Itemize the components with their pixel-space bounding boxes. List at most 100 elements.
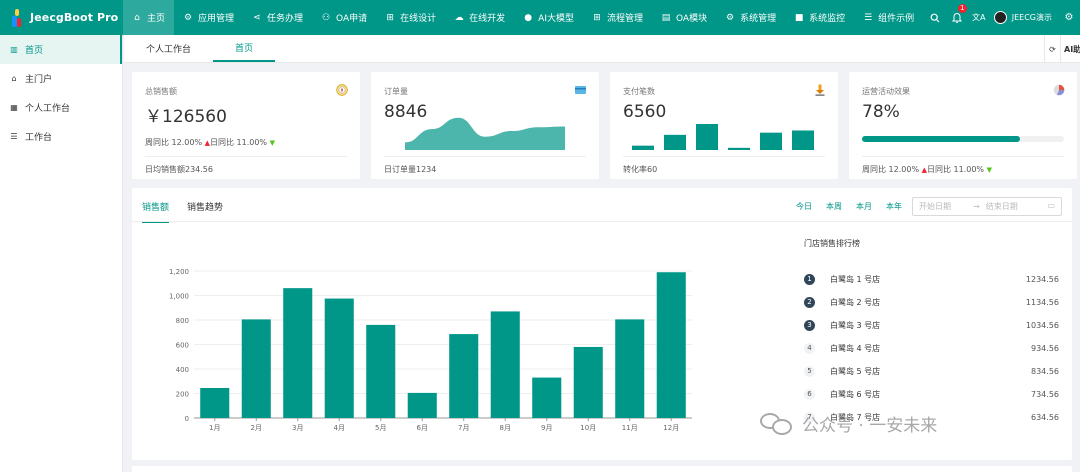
refresh-icon[interactable]: ⟳: [1044, 35, 1060, 63]
range-today[interactable]: 今日: [796, 201, 812, 212]
gear-icon: ⚙: [183, 12, 193, 23]
nav-item-7[interactable]: ● AI大模型: [514, 0, 583, 35]
divider: [145, 156, 347, 157]
end-date-placeholder[interactable]: 结束日期: [986, 201, 1018, 212]
sidebar-item-label: 工作台: [25, 133, 53, 143]
campaign-progress: [862, 136, 1064, 142]
orders-area-chart: [405, 117, 565, 150]
store-sales: 834.56: [1031, 366, 1059, 376]
y-tick-label: 0: [185, 415, 189, 423]
cluster-icon: ⊞: [386, 12, 394, 23]
user-name: JEECG演示: [1011, 13, 1052, 22]
range-month[interactable]: 本月: [856, 201, 872, 212]
rank-number: 5: [804, 365, 815, 377]
stat-title: 总销售额: [145, 87, 177, 96]
nav-item-3[interactable]: ⋖ 任务办理: [243, 0, 312, 35]
sidebar-item-label: 个人工作台: [25, 104, 71, 114]
nav-item-4[interactable]: ⚇ OA申请: [312, 0, 376, 35]
sidebar: ▥ 首页 ⌂ 主门户 ▦ 个人工作台 ☰ 工作台: [0, 35, 123, 472]
y-tick-label: 200: [176, 391, 189, 399]
nav-item-9[interactable]: ▤ OA模块: [652, 0, 716, 35]
nav-item-label: 系统监控: [809, 14, 846, 24]
bank-icon: ⌂: [11, 74, 17, 83]
bell-icon[interactable]: 1: [946, 0, 968, 35]
sidebar-item-4[interactable]: ☰ 工作台: [0, 122, 122, 151]
x-tick-label: 10月: [580, 424, 596, 432]
ranking-row: 3 白鹭岛 3 号店 1034.56: [804, 318, 1059, 332]
tab-sales-trend[interactable]: 销售趋势: [187, 200, 223, 223]
card-icon: [575, 86, 586, 94]
stat-compare: 周同比 12.00% ▲日同比 11.00% ▼: [145, 137, 275, 148]
tabs-tools: ⟳ AI助: [1044, 35, 1080, 63]
store-sales: 934.56: [1031, 343, 1059, 353]
sales-bar: [490, 311, 520, 418]
nav-item-11[interactable]: ■ 系统监控: [785, 0, 854, 35]
sidebar-item-label: 首页: [25, 46, 44, 56]
y-tick-label: 800: [176, 317, 189, 325]
stat-footer: 转化率60: [623, 165, 658, 174]
x-tick-label: 3月: [292, 424, 303, 432]
store-sales: 734.56: [1031, 389, 1059, 399]
range-selector: 今日 本周 本月 本年: [782, 201, 902, 212]
sidebar-item-1[interactable]: ▥ 首页: [0, 35, 122, 64]
nav-item-5[interactable]: ⊞ 在线设计: [376, 0, 445, 35]
y-tick-label: 1,000: [169, 293, 189, 301]
nav-item-12[interactable]: ☰ 组件示例: [854, 0, 923, 35]
progress-fill: [862, 136, 1020, 142]
nav-item-label: 组件示例: [878, 14, 915, 24]
payment-bar: [632, 145, 654, 150]
stat-card-campaign: 运营活动效果 78% 周同比 12.00% ▲日同比 11.00% ▼: [849, 72, 1077, 179]
sidebar-item-3[interactable]: ▦ 个人工作台: [0, 93, 122, 122]
stat-title: 支付笔数: [623, 87, 655, 96]
tab-home[interactable]: 首页: [213, 34, 276, 62]
search-icon[interactable]: [924, 0, 946, 35]
ranking-row: 2 白鹭岛 2 号店 1134.56: [804, 295, 1059, 309]
range-week[interactable]: 本周: [826, 201, 842, 212]
store-sales: 634.56: [1031, 412, 1059, 422]
nav-item-label: 在线开发: [469, 14, 506, 24]
nav-item-6[interactable]: ☁ 在线开发: [445, 0, 514, 35]
nav-item-label: OA模块: [676, 14, 708, 24]
sales-bar: [449, 334, 479, 418]
divider: [862, 156, 1064, 157]
nav-item-10[interactable]: ⚙ 系统管理: [716, 0, 785, 35]
x-tick-label: 5月: [375, 424, 386, 432]
sidebar-item-2[interactable]: ⌂ 主门户: [0, 64, 122, 93]
stat-title: 运营活动效果: [862, 87, 910, 96]
payment-bar: [664, 134, 686, 150]
stat-card-sales: 总销售额 ￥126560 周同比 12.00% ▲日同比 11.00% ▼ 日均…: [132, 72, 360, 179]
tab-sales[interactable]: 销售额: [142, 200, 170, 223]
range-year[interactable]: 本年: [886, 201, 902, 212]
day-compare: 日同比 11.00%: [926, 165, 985, 174]
stat-footer: 日订单量1234: [384, 165, 437, 174]
translate-icon[interactable]: 文A: [968, 0, 990, 35]
stat-value: 78%: [862, 102, 900, 122]
nav-item-1[interactable]: ⌂ 主页: [123, 0, 175, 35]
sales-bar: [573, 346, 603, 418]
tab-workbench[interactable]: 个人工作台: [124, 34, 213, 62]
y-tick-label: 600: [176, 342, 189, 350]
nav-item-8[interactable]: ⊞ 流程管理: [583, 0, 652, 35]
x-tick-label: 11月: [622, 424, 638, 432]
sales-bar-chart: 0 200 400 600 800 1,000 1,200 1月 2月 3月 4月 5月 6月 7月 8月 9…: [169, 268, 692, 432]
sales-bar: [241, 319, 271, 418]
flow-icon: ⊞: [593, 12, 601, 23]
stat-card-orders: 订单量 8846 日订单量1234: [371, 72, 599, 179]
settings-icon[interactable]: ⚙: [1058, 0, 1080, 35]
nav-item-2[interactable]: ⚙ 应用管理: [174, 0, 243, 35]
store-name: 白鹭岛 3 号店: [830, 320, 881, 330]
user-menu[interactable]: JEECG演示: [990, 0, 1058, 35]
stat-title: 订单量: [384, 87, 408, 96]
rank-number: 2: [804, 296, 815, 308]
users-icon: ⚇: [322, 12, 331, 23]
divider: [132, 221, 1072, 222]
ai-assistant-button[interactable]: AI助: [1060, 35, 1080, 63]
nav-item-label: 在线设计: [400, 14, 437, 24]
settings-icon: ⚙: [726, 12, 735, 23]
brand[interactable]: JeecgBoot Pro: [0, 0, 123, 35]
database-icon: ☰: [864, 12, 873, 23]
stat-value: ￥126560: [145, 107, 227, 127]
start-date-placeholder[interactable]: 开始日期: [919, 201, 951, 212]
date-range-picker[interactable]: 开始日期 → 结束日期 ▭: [912, 197, 1062, 216]
day-compare: 日同比 11.00%: [209, 138, 268, 147]
